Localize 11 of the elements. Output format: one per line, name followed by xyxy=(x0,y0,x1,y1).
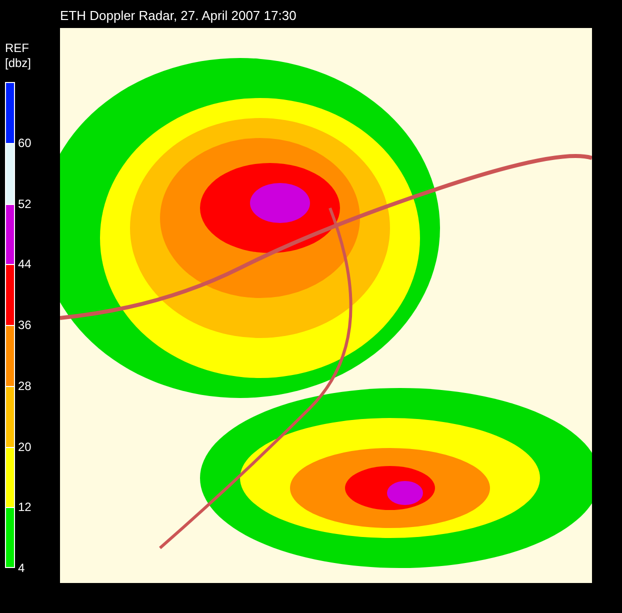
legend-title: REF xyxy=(5,41,30,56)
scale-label: 52 xyxy=(18,196,32,210)
scale-label: 36 xyxy=(18,318,32,332)
legend-unit: [dbz] xyxy=(5,56,32,71)
scale-label: 60 xyxy=(18,136,32,150)
scale-label: 20 xyxy=(18,440,32,454)
scale-label: 12 xyxy=(18,500,32,514)
scale-label: 28 xyxy=(18,378,32,393)
scale-label: 4 xyxy=(18,561,25,575)
scale-label: 44 xyxy=(18,257,32,272)
radar-title: ETH Doppler Radar, 27. April 2007 17:30 xyxy=(60,8,298,25)
